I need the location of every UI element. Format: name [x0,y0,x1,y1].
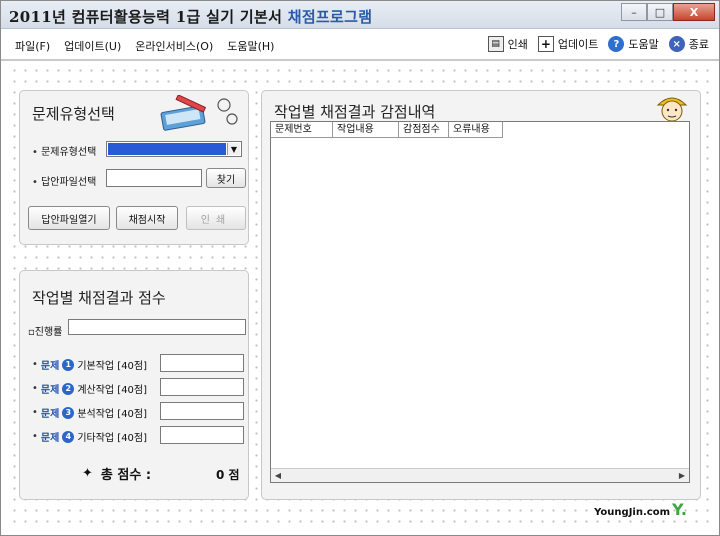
select-highlight [108,143,226,155]
total-score-value: 0 점 [216,468,240,482]
window-title: 2011년 컴퓨터활용능력 1급 실기 기본서 채점프로그램 [9,6,372,27]
print-tool-button[interactable]: ▤ 인쇄 [487,36,528,52]
open-answer-button[interactable]: 답안파일열기 [28,206,110,230]
sparkle-icon: ✦ [82,466,93,481]
column-task[interactable]: 작업내용 [333,122,399,138]
menu-file[interactable]: 파일(F) [15,38,50,54]
number-3-icon: 3 [62,406,75,419]
number-4-icon: 4 [62,430,75,443]
question-4-score [160,426,244,444]
question-type-select[interactable]: ▼ [106,141,242,157]
update-tool-button[interactable]: + 업데이트 [537,36,599,52]
menu-update[interactable]: 업데이트(U) [64,38,121,54]
window-controls: – □ X [621,3,715,21]
scroll-left-icon[interactable]: ◀ [272,470,284,481]
scroll-right-icon[interactable]: ▶ [676,470,688,481]
total-score-row: ✦ 총 점수 : [82,464,151,483]
deduction-title: 작업별 채점결과 감점내역 [274,103,436,121]
progress-bar [68,319,246,335]
plus-icon: + [537,36,554,52]
number-1-icon: 1 [62,358,75,371]
answer-file-label: • 답안파일선택 [32,177,97,188]
help-icon: ? [608,36,625,52]
column-question-no[interactable]: 문제번호 [271,122,333,138]
start-grading-button[interactable]: 채점시작 [116,206,178,230]
menu-online-service[interactable]: 온라인서비스(O) [135,38,213,54]
progress-label: ▫진행률 [28,327,63,338]
workspace: 문제유형선택 • 문제유형선택 ▼ • 답안파일선택 찾기 답안파일열기 채점시… [9,65,711,529]
answer-file-input[interactable] [106,169,202,187]
toolbar: ▤ 인쇄 + 업데이트 ? 도움말 × 종료 [487,36,709,52]
help-tool-button[interactable]: ? 도움말 [608,36,659,52]
menu-list: 파일(F) 업데이트(U) 온라인서비스(O) 도움말(H) [15,38,274,54]
deduction-table[interactable]: 문제번호 작업내용 감점점수 오류내용 ◀ ▶ [270,121,690,483]
minimize-button[interactable]: – [621,3,647,21]
maximize-button[interactable]: □ [647,3,673,21]
menu-bar: 파일(F) 업데이트(U) 온라인서비스(O) 도움말(H) ▤ 인쇄 + 업데… [1,29,719,61]
score-panel-title: 작업별 채점결과 점수 [32,289,166,307]
update-tool-label: 업데이트 [557,38,599,51]
column-deduction[interactable]: 감점점수 [399,122,449,138]
print-button[interactable]: 인쇄 [186,206,246,230]
window-title-main: 2011년 컴퓨터활용능력 1급 실기 기본서 [9,8,283,26]
menu-help[interactable]: 도움말(H) [227,38,274,54]
print-tool-label: 인쇄 [507,38,528,51]
brand-mark: Y. [671,500,687,519]
deduction-panel: 작업별 채점결과 감점내역 문제번호 작업내용 감점점수 오류내용 ◀ ▶ [261,90,701,500]
horizontal-scrollbar[interactable]: ◀ ▶ [271,468,689,482]
question-2-score [160,378,244,396]
number-2-icon: 2 [62,382,75,395]
help-tool-label: 도움말 [628,38,659,51]
question-type-title: 문제유형선택 [32,105,115,123]
printer-icon: ▤ [487,36,504,52]
column-error[interactable]: 오류내용 [449,122,503,138]
question-3-label: • 문제 3 분석작업 [40점] [32,406,148,420]
app-window: 2011년 컴퓨터활용능력 1급 실기 기본서 채점프로그램 – □ X 파일(… [0,0,720,536]
table-header: 문제번호 작업내용 감점점수 오류내용 [271,122,503,138]
worker-face-icon [656,97,688,122]
chevron-down-icon[interactable]: ▼ [227,143,240,155]
notebook-pen-icon [160,95,238,131]
question-3-score [160,402,244,420]
brand-logo: YoungJin.com Y. [594,500,687,519]
question-type-panel: 문제유형선택 • 문제유형선택 ▼ • 답안파일선택 찾기 답안파일열기 채점시… [19,90,249,245]
exit-tool-button[interactable]: × 종료 [668,36,709,52]
checkbox-icon: ▫ [28,327,35,338]
question-1-score [160,354,244,372]
window-title-accent: 채점프로그램 [287,8,373,26]
brand-text: YoungJin.com [594,507,670,518]
question-4-label: • 문제 4 기타작업 [40점] [32,430,148,444]
close-button[interactable]: X [673,3,715,21]
exit-icon: × [668,36,685,52]
score-panel: 작업별 채점결과 점수 ▫진행률 • 문제 1 기본작업 [40점] • 문제 2 계산작업… [19,270,249,500]
question-2-label: • 문제 2 계산작업 [40점] [32,382,148,396]
title-bar: 2011년 컴퓨터활용능력 1급 실기 기본서 채점프로그램 – □ X [1,1,719,29]
question-1-label: • 문제 1 기본작업 [40점] [32,358,148,372]
type-label: • 문제유형선택 [32,147,97,158]
exit-tool-label: 종료 [688,38,709,51]
find-button[interactable]: 찾기 [206,168,246,188]
total-label: 총 점수 : [100,468,152,483]
